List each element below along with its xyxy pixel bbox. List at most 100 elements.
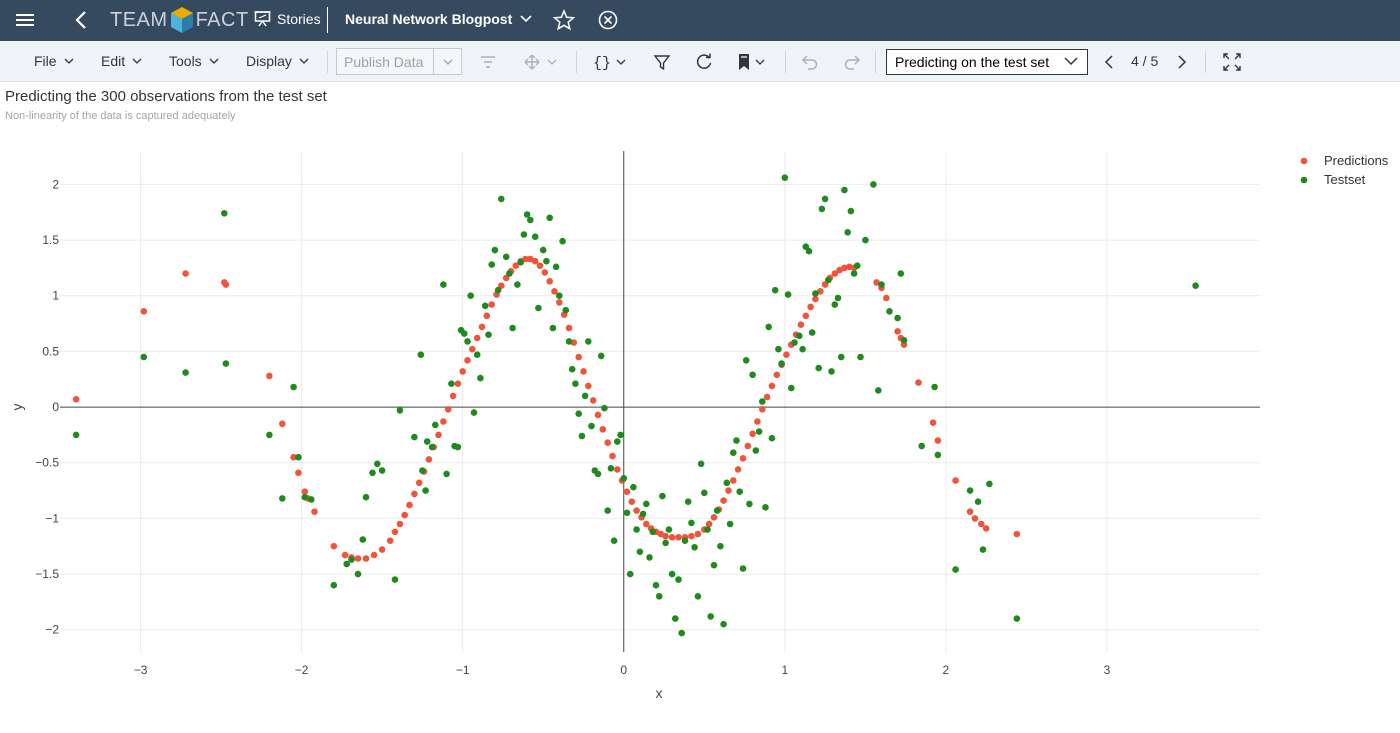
next-page-icon[interactable] [1171,52,1191,72]
testset-point [752,447,760,454]
testset-point [681,537,689,544]
testset-point [330,581,338,589]
redo-icon[interactable] [842,52,862,72]
predictions-point [783,351,790,358]
testset-point [643,500,650,508]
testset-point [423,438,431,445]
testset-point [646,554,653,561]
testset-point [440,281,447,288]
predictions-point [182,270,189,277]
testset-point [701,489,708,497]
edit-menu-label: Edit [101,53,126,69]
testset-point [850,270,858,277]
scatter-chart[interactable]: −3 −2 −1 0 1 2 3 −2 −1.5 −1 −0.5 0 0.5 1 1.5 2 x y Pred… [0,130,1400,710]
toolbar-separator [1205,51,1206,73]
y-tick-label: 1 [52,289,59,303]
testset-point [498,195,505,203]
testset-point [552,263,560,271]
predictions-point [565,324,573,332]
testset-point [295,453,302,461]
display-menu[interactable]: Display [246,53,309,69]
testset-point [454,443,462,451]
edit-menu[interactable]: Edit [101,53,142,69]
predictions-point [604,439,611,447]
predictions-point [406,501,413,509]
predictions-point [628,498,636,506]
testset-point [778,360,785,367]
testset-point [485,331,492,338]
testset-point [837,353,845,361]
testset-point [477,374,484,382]
predictions-point [295,469,302,477]
predictions-point [773,371,781,379]
predictions-point [915,379,922,386]
testset-point [520,231,528,238]
testset-point [565,338,573,345]
testset-point [585,338,592,345]
testset-point [791,339,798,346]
predictions-point [688,532,695,540]
testset-point [527,216,534,224]
y-axis-label: y [9,404,25,411]
testset-point [828,368,835,375]
testset-point [675,576,682,583]
testset-point [539,246,547,254]
testset-point [796,332,803,340]
file-menu[interactable]: File [34,53,74,69]
team-fact-logo[interactable]: TEAM FACT [110,6,249,34]
testset-point [799,345,806,353]
presentation-icon [254,11,271,27]
predictions-point [391,528,399,536]
sort-icon[interactable] [478,52,498,72]
favorite-star-icon[interactable] [552,9,576,36]
predictions-point [415,479,423,487]
testset-point [369,469,376,477]
bookmark-icon[interactable] [736,52,770,72]
page-indicator: 4 / 5 [1131,53,1159,69]
toolbar-separator [875,51,876,73]
predictions-point [1013,530,1021,538]
stories-link[interactable]: Stories [254,10,321,27]
predictions-point [473,334,481,342]
testset-point [688,519,695,527]
chevron-down-icon [209,58,219,64]
shell-bar: TEAM FACT Stories Neural Network Blogpos… [0,0,1400,41]
x-axis-label: x [656,685,663,701]
formula-braces-icon[interactable]: {} [593,52,629,72]
x-tick-label: 3 [1104,663,1111,677]
predictions-point [469,345,476,353]
filter-icon[interactable] [652,52,672,72]
testset-point [678,629,685,637]
predictions-point [744,442,752,450]
testset-point [572,380,579,387]
move-icon[interactable] [522,52,560,72]
close-icon[interactable] [597,9,619,36]
publish-data-label: Publish Data [344,53,424,70]
hamburger-menu-icon[interactable] [14,11,36,29]
file-menu-label: File [34,53,57,69]
testset-point [378,467,386,474]
back-icon[interactable] [72,9,92,31]
testset-point [668,570,676,578]
predictions-point [556,299,563,306]
publish-data-button[interactable]: Publish Data [336,48,462,75]
testset-point [844,229,851,236]
predictions-point [386,537,394,544]
tools-menu[interactable]: Tools [169,53,219,69]
testset-point [575,410,582,418]
predictions-point [725,487,732,494]
undo-icon[interactable] [800,52,820,72]
testset-point [755,428,763,435]
previous-page-icon[interactable] [1100,52,1120,72]
publish-dropdown[interactable] [433,49,461,74]
document-title-menu[interactable]: Neural Network Blogpost [345,11,532,27]
testset-point [588,422,595,430]
testset-point [470,409,478,416]
page-select[interactable]: Predicting on the test set [886,49,1088,75]
fullscreen-icon[interactable] [1222,52,1242,72]
refresh-icon[interactable] [694,52,714,72]
testset-point [831,301,839,308]
chart-legend[interactable]: Predictions Testset [1300,153,1389,187]
predictions-point [971,515,979,522]
predictions-point [354,555,362,562]
